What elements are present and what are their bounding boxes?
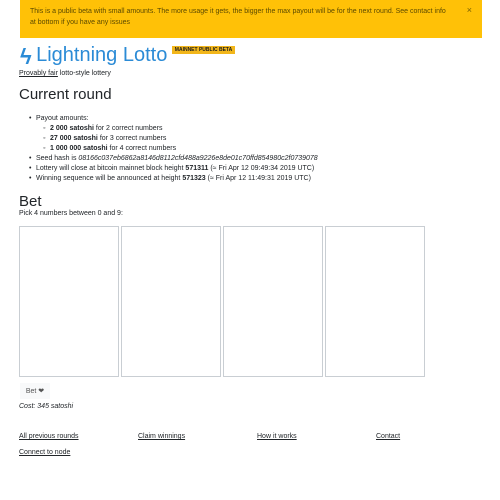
payout-amount: 1 000 000 satoshi	[50, 145, 108, 152]
page-title: Lightning Lotto	[36, 44, 168, 66]
payout-desc: for 4 correct numbers	[107, 145, 177, 152]
seed-hash-value: 08166c037eb6862a8146d8112cfd488a9226e8de…	[78, 155, 318, 162]
payout-row: ◦ 27 000 satoshi for 3 correct numbers	[43, 134, 318, 144]
number-picker-1[interactable]	[19, 226, 119, 377]
close-time: (≈ Fri Apr 12 09:49:34 2019 UTC)	[208, 165, 315, 172]
subtitle-text: lotto-style lottery	[57, 70, 111, 77]
round-info-list: • Payout amounts: ◦ 2 000 satoshi for 2 c…	[29, 114, 318, 184]
all-previous-rounds-link[interactable]: All previous rounds	[19, 433, 79, 440]
close-height-label: Lottery will close at bitcoin mainnet bl…	[36, 165, 186, 172]
page-header: ϟ Lightning Lotto MAINNET PUBLIC BETA	[20, 44, 236, 70]
close-icon[interactable]: ×	[467, 5, 472, 16]
close-height-item: • Lottery will close at bitcoin mainnet …	[29, 164, 318, 174]
bullet-icon: •	[29, 155, 32, 162]
beta-warning-alert: This is a public beta with small amounts…	[20, 0, 482, 38]
payout-desc: for 3 correct numbers	[97, 135, 167, 142]
announce-height-item: • Winning sequence will be announced at …	[29, 174, 318, 184]
bet-heading: Bet	[19, 193, 42, 210]
bet-button[interactable]: Bet ❤	[20, 383, 50, 399]
payout-amount: 27 000 satoshi	[50, 135, 98, 142]
payout-list: ◦ 2 000 satoshi for 2 correct numbers ◦ 27…	[36, 124, 318, 154]
payout-item: • Payout amounts: ◦ 2 000 satoshi for 2 c…	[29, 114, 318, 154]
announce-height-value: 571323	[182, 175, 206, 182]
connect-to-node-link[interactable]: Connect to node	[19, 449, 70, 456]
payout-amount: 2 000 satoshi	[50, 125, 94, 132]
payout-row: ◦ 2 000 satoshi for 2 correct numbers	[43, 124, 318, 134]
payout-row: ◦ 1 000 000 satoshi for 4 correct numbers	[43, 144, 318, 154]
claim-winnings-link[interactable]: Claim winnings	[138, 433, 185, 440]
contact-link[interactable]: Contact	[376, 433, 400, 440]
provably-fair-link[interactable]: Provably fair	[19, 70, 58, 77]
circle-bullet-icon: ◦	[43, 145, 46, 152]
bet-button-label: Bet	[25, 388, 37, 395]
bet-cost: Cost: 345 satoshi	[19, 403, 74, 410]
payout-desc: for 2 correct numbers	[93, 125, 163, 132]
beta-badge: MAINNET PUBLIC BETA	[171, 46, 236, 54]
subtitle: Provably fair lotto-style lottery	[19, 70, 111, 77]
pick-instruction: Pick 4 numbers between 0 and 9:	[19, 210, 123, 217]
seed-hash-label: Seed hash is	[36, 155, 79, 162]
heart-icon: ❤	[38, 388, 45, 395]
number-picker-4[interactable]	[325, 226, 425, 377]
bullet-icon: •	[29, 175, 32, 182]
lightning-bolt-icon: ϟ	[20, 44, 32, 69]
bullet-icon: •	[29, 165, 32, 172]
payout-label: Payout amounts:	[36, 115, 89, 122]
number-picker-2[interactable]	[121, 226, 221, 377]
seed-hash-item: • Seed hash is 08166c037eb6862a8146d8112…	[29, 154, 318, 164]
number-picker-3[interactable]	[223, 226, 323, 377]
announce-time: (≈ Fri Apr 12 11:49:31 2019 UTC)	[205, 175, 311, 182]
alert-text: This is a public beta with small amounts…	[30, 8, 446, 26]
circle-bullet-icon: ◦	[43, 125, 46, 132]
current-round-heading: Current round	[19, 86, 112, 103]
bullet-icon: •	[29, 115, 32, 122]
close-height-value: 571311	[185, 165, 209, 172]
circle-bullet-icon: ◦	[43, 135, 46, 142]
announce-height-label: Winning sequence will be announced at he…	[36, 175, 183, 182]
how-it-works-link[interactable]: How it works	[257, 433, 297, 440]
